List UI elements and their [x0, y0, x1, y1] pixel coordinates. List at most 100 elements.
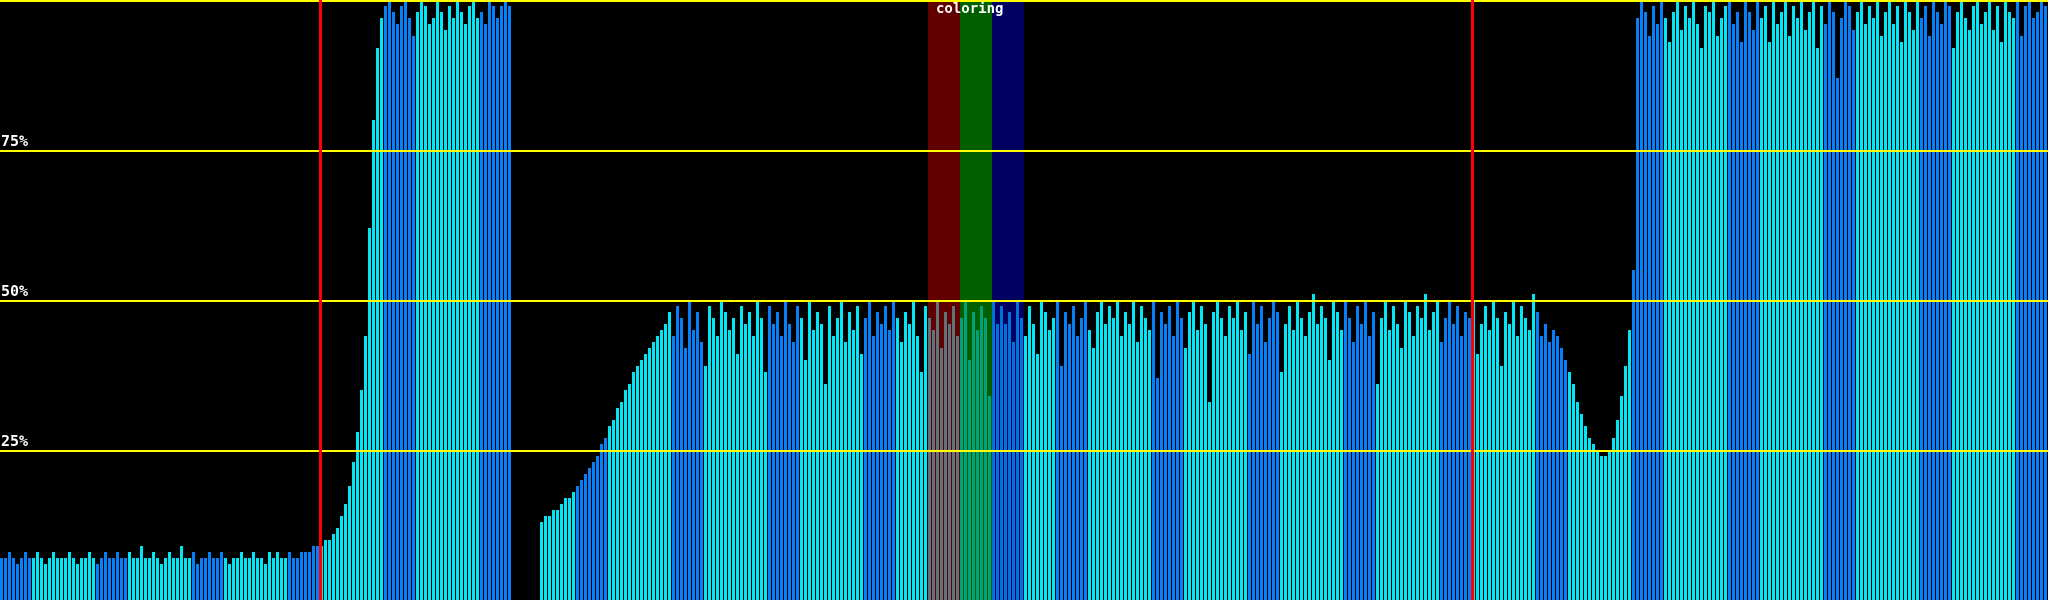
bar — [856, 306, 859, 600]
bar — [1580, 414, 1583, 600]
bar — [180, 546, 183, 600]
bar — [172, 558, 175, 600]
bar — [308, 552, 311, 600]
bar — [1464, 312, 1467, 600]
bar — [196, 564, 199, 600]
bar — [864, 318, 867, 600]
bar — [1304, 336, 1307, 600]
bar — [1688, 18, 1691, 600]
bar — [1696, 24, 1699, 600]
bar — [1912, 30, 1915, 600]
bar — [264, 564, 267, 600]
bar — [1124, 312, 1127, 600]
bar — [56, 558, 59, 600]
bar — [628, 384, 631, 600]
bar — [1456, 306, 1459, 600]
bar — [1048, 330, 1051, 600]
bar — [700, 342, 703, 600]
bar — [428, 24, 431, 600]
bar — [1704, 6, 1707, 600]
bar — [328, 540, 331, 600]
bar — [1776, 24, 1779, 600]
bar — [584, 474, 587, 600]
bar — [376, 48, 379, 600]
bar — [224, 558, 227, 600]
bar — [1504, 312, 1507, 600]
bar — [1168, 306, 1171, 600]
bar — [1108, 306, 1111, 600]
bar — [1164, 324, 1167, 600]
bar — [460, 12, 463, 600]
bar — [644, 354, 647, 600]
bar — [1880, 36, 1883, 600]
bar — [80, 558, 83, 600]
bar — [1564, 360, 1567, 600]
bar — [2036, 12, 2039, 600]
bar — [108, 558, 111, 600]
bar — [632, 372, 635, 600]
bar — [820, 324, 823, 600]
bar — [1320, 306, 1323, 600]
bar — [1076, 336, 1079, 600]
bar — [148, 558, 151, 600]
bar — [656, 336, 659, 600]
bar — [184, 558, 187, 600]
bar — [740, 306, 743, 600]
bar — [140, 546, 143, 600]
bar — [368, 228, 371, 600]
bar — [1064, 312, 1067, 600]
bar — [1680, 30, 1683, 600]
bar — [276, 552, 279, 600]
bar — [1868, 6, 1871, 600]
bar — [40, 558, 43, 600]
bar — [1560, 348, 1563, 600]
bar — [412, 36, 415, 600]
bar — [424, 6, 427, 600]
bar — [772, 324, 775, 600]
bar — [1612, 438, 1615, 600]
bar — [804, 360, 807, 600]
bar — [920, 372, 923, 600]
bar — [1220, 318, 1223, 600]
bar — [548, 516, 551, 600]
bar — [52, 552, 55, 600]
bar — [1256, 324, 1259, 600]
bar — [1244, 312, 1247, 600]
bar — [1900, 42, 1903, 600]
bar — [852, 330, 855, 600]
bar — [1592, 444, 1595, 600]
bar — [1524, 318, 1527, 600]
bar — [1568, 372, 1571, 600]
bar — [544, 516, 547, 600]
bar — [156, 558, 159, 600]
phase-marker-2 — [1471, 0, 1474, 600]
bar — [1484, 306, 1487, 600]
bar — [792, 342, 795, 600]
bar — [1268, 318, 1271, 600]
bar — [100, 558, 103, 600]
bar — [4, 558, 7, 600]
bar — [560, 504, 563, 600]
bar — [580, 480, 583, 600]
bar — [1896, 6, 1899, 600]
bar — [812, 330, 815, 600]
bar — [220, 552, 223, 600]
bar — [788, 324, 791, 600]
bar — [120, 558, 123, 600]
bar — [1148, 330, 1151, 600]
bar — [400, 6, 403, 600]
bar — [1284, 324, 1287, 600]
bar — [1092, 348, 1095, 600]
bar — [592, 462, 595, 600]
bar — [1996, 6, 1999, 600]
bar — [468, 6, 471, 600]
bar — [384, 6, 387, 600]
bar — [236, 558, 239, 600]
bar — [480, 12, 483, 600]
bar — [112, 558, 115, 600]
bar — [1444, 318, 1447, 600]
bar — [152, 552, 155, 600]
bar — [1372, 312, 1375, 600]
bar — [648, 348, 651, 600]
coloring-band-label: coloring — [936, 2, 1003, 17]
